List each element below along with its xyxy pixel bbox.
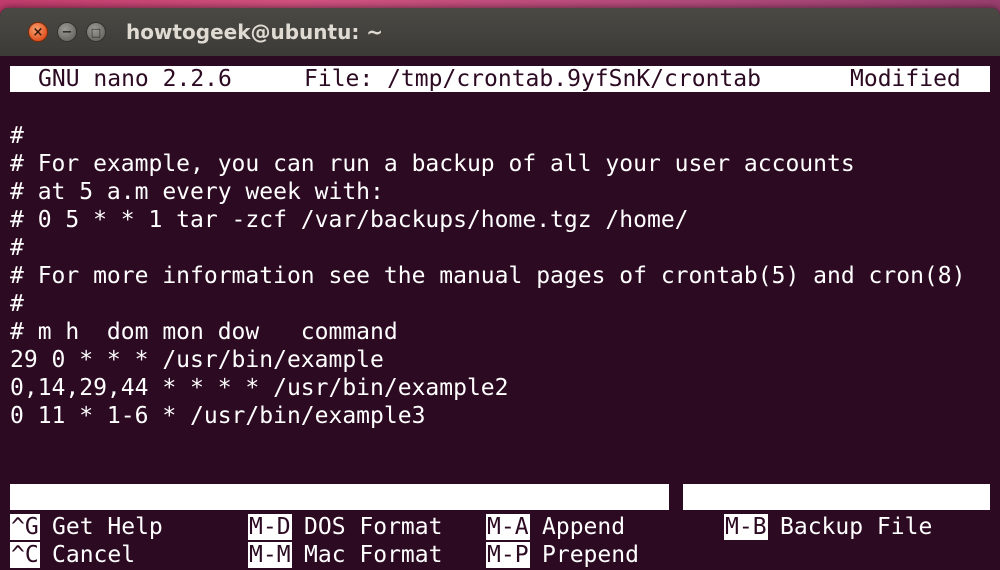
- maximize-button[interactable]: □: [86, 22, 106, 42]
- editor-line[interactable]: # m h dom mon dow command: [10, 318, 398, 346]
- close-icon: ×: [32, 24, 44, 40]
- shortcut-label-backup-file: Backup File: [780, 514, 933, 540]
- title-bar[interactable]: × − □ howtogeek@ubuntu: ~: [0, 8, 1000, 56]
- nano-header-bar: GNU nano 2.2.6 File: /tmp/crontab.9yfSnK…: [10, 66, 990, 92]
- maximize-icon: □: [90, 25, 102, 39]
- shortcut-key-cancel[interactable]: ^C: [10, 542, 40, 568]
- editor-line[interactable]: # For example, you can run a backup of a…: [10, 150, 855, 178]
- editor-line[interactable]: # at 5 a.m every week with:: [10, 178, 384, 206]
- editor-line[interactable]: #: [10, 234, 24, 262]
- nano-file-name: File: /tmp/crontab.9yfSnK/crontab: [304, 66, 761, 92]
- shortcut-label-mac-format: Mac Format: [304, 542, 443, 568]
- shortcut-key-mac-format[interactable]: M-M: [248, 542, 292, 568]
- terminal-body[interactable]: GNU nano 2.2.6 File: /tmp/crontab.9yfSnK…: [0, 56, 1000, 570]
- close-button[interactable]: ×: [28, 22, 48, 42]
- nano-modified-status: Modified: [850, 66, 961, 92]
- shortcut-label-prepend: Prepend: [542, 542, 639, 568]
- shortcut-label-cancel: Cancel: [52, 542, 136, 568]
- minimize-icon: −: [61, 24, 73, 40]
- minimize-button[interactable]: −: [57, 22, 77, 42]
- filename-prompt[interactable]: File Name to Write: /tmp/crontab.9yfSnK/…: [10, 484, 990, 536]
- window-title: howtogeek@ubuntu: ~: [126, 20, 384, 44]
- editor-line[interactable]: 0 11 * 1-6 * /usr/bin/example3: [10, 402, 425, 430]
- editor-line[interactable]: # 0 5 * * 1 tar -zcf /var/backups/home.t…: [10, 206, 689, 234]
- editor-line[interactable]: #: [10, 122, 24, 150]
- editor-line[interactable]: #: [10, 290, 24, 318]
- shortcut-label-get-help: Get Help: [52, 514, 163, 540]
- editor-line[interactable]: # For more information see the manual pa…: [10, 262, 965, 290]
- nano-version: GNU nano 2.2.6: [38, 66, 232, 92]
- shortcut-key-dos-format[interactable]: M-D: [248, 514, 292, 540]
- shortcut-label-dos-format: DOS Format: [304, 514, 443, 540]
- editor-line[interactable]: 0,14,29,44 * * * * /usr/bin/example2: [10, 374, 509, 402]
- shortcut-label-append: Append: [542, 514, 626, 540]
- terminal-window: × − □ howtogeek@ubuntu: ~ GNU nano 2.2.6…: [0, 8, 1000, 570]
- shortcut-key-backup-file[interactable]: M-B: [724, 514, 768, 540]
- shortcut-key-prepend[interactable]: M-P: [486, 542, 530, 568]
- editor-line[interactable]: 29 0 * * * /usr/bin/example: [10, 346, 384, 374]
- shortcut-key-append[interactable]: M-A: [486, 514, 530, 540]
- shortcut-key-get-help[interactable]: ^G: [10, 514, 40, 540]
- text-cursor: [669, 484, 683, 510]
